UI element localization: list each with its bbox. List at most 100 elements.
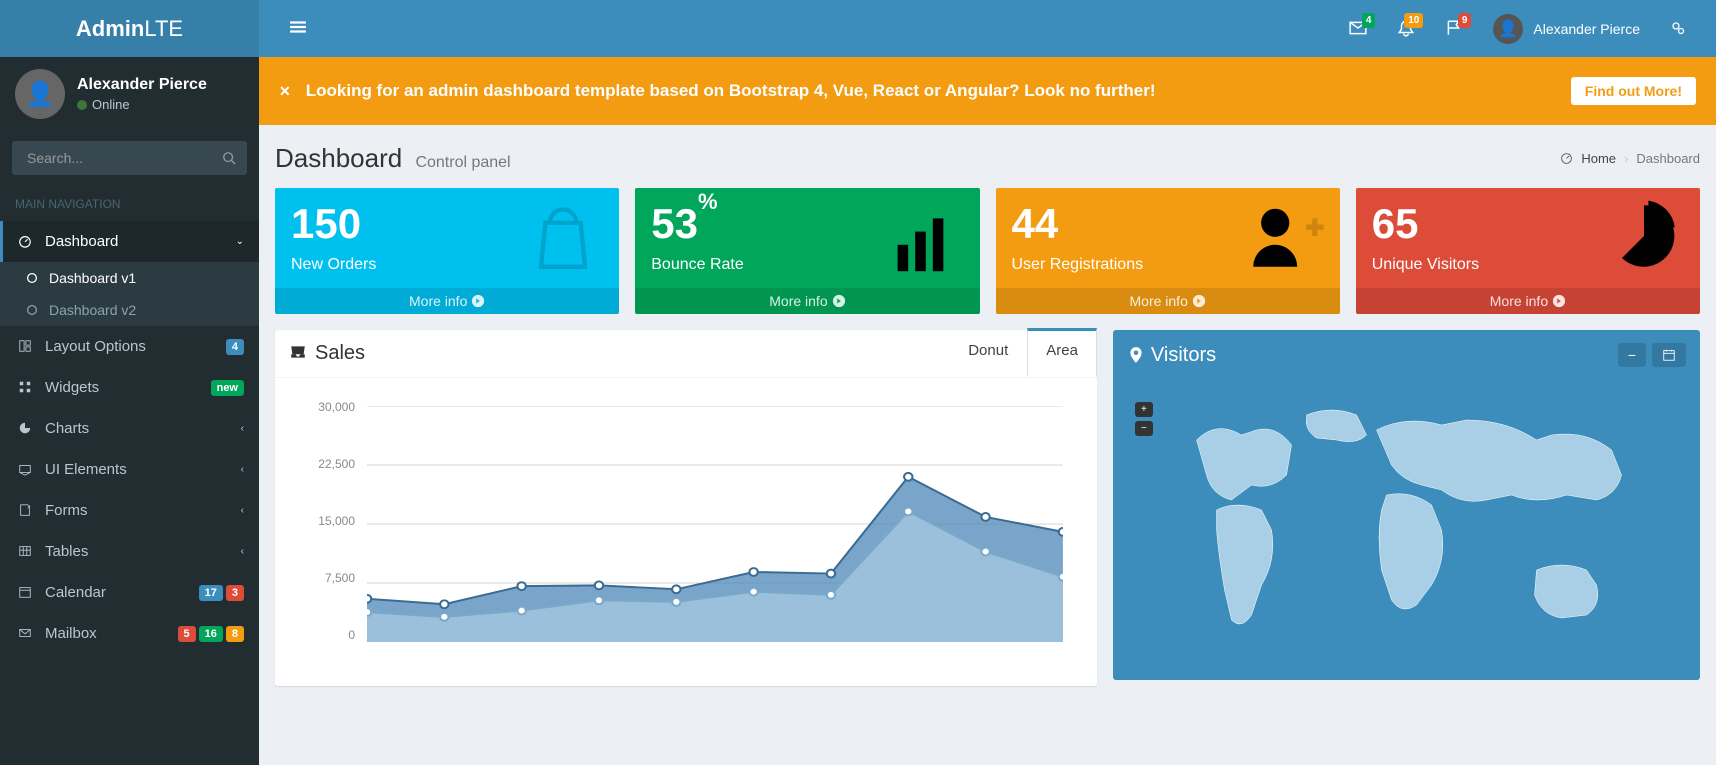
- ui-elements-icon: [15, 462, 35, 478]
- map-zoom-in[interactable]: +: [1135, 402, 1153, 417]
- pie-icon: [1600, 192, 1688, 301]
- sales-title: Sales: [315, 342, 365, 365]
- sidebar-section-header: MAIN NAVIGATION: [0, 185, 259, 221]
- stat-box-bounce-rate: 53%Bounce RateMore info: [635, 188, 979, 314]
- tasks-badge: 9: [1458, 13, 1472, 28]
- sidebar-item-label: UI Elements: [45, 461, 231, 478]
- circle-icon: [25, 302, 39, 318]
- sidebar-subitem-dashboard-v2[interactable]: Dashboard v2: [0, 294, 259, 326]
- dashboard-icon: [1560, 152, 1573, 165]
- brand-logo[interactable]: AdminLTE: [0, 0, 259, 57]
- sidebar-subitem-label: Dashboard v1: [49, 270, 136, 286]
- search-icon: [222, 151, 236, 165]
- map-marker-icon: [1127, 346, 1145, 364]
- sidebar-item-label: Calendar: [45, 584, 189, 601]
- tables-icon: [15, 544, 35, 560]
- sidebar-item-mailbox[interactable]: Mailbox5168: [0, 613, 259, 654]
- alert-cta-button[interactable]: Find out More!: [1571, 77, 1696, 105]
- avatar: 👤: [1493, 14, 1523, 44]
- gears-icon: [1670, 20, 1686, 36]
- stat-suffix: %: [698, 189, 718, 214]
- sidebar-badge: 8: [226, 626, 244, 642]
- tasks-menu[interactable]: 9: [1430, 4, 1478, 53]
- stat-box-new-orders: 150New OrdersMore info: [275, 188, 619, 314]
- sidebar-subitem-label: Dashboard v2: [49, 302, 136, 318]
- sales-chart: 30,000 22,500 15,000 7,500 0: [289, 392, 1083, 672]
- stat-box-user-registrations: 44User RegistrationsMore info: [996, 188, 1340, 314]
- sidebar-item-label: Widgets: [45, 379, 201, 396]
- page-title: Dashboard Control panel: [275, 143, 511, 174]
- map-zoom-out[interactable]: −: [1135, 421, 1153, 436]
- dashboard-icon: [15, 234, 35, 250]
- y-tick-label: 15,000: [307, 514, 355, 528]
- hamburger-icon: [289, 18, 307, 36]
- circle-icon: [25, 270, 39, 286]
- alert-close[interactable]: ✕: [279, 83, 291, 100]
- notifications-menu[interactable]: 10: [1382, 4, 1430, 53]
- chevron-left-icon: ‹: [241, 423, 244, 434]
- messages-menu[interactable]: 4: [1334, 4, 1382, 53]
- sidebar-badge: 3: [226, 585, 244, 601]
- mailbox-icon: [15, 626, 35, 642]
- sidebar-item-tables[interactable]: Tables ‹: [0, 531, 259, 572]
- sidebar-badge: 16: [199, 626, 223, 642]
- sidebar-item-layout-options[interactable]: Layout Options 4: [0, 326, 259, 367]
- layout-options-icon: [15, 339, 35, 355]
- y-tick-label: 22,500: [307, 457, 355, 471]
- calendar-icon: [1662, 348, 1676, 362]
- y-tick-label: 30,000: [307, 400, 355, 414]
- bag-icon: [519, 192, 607, 301]
- sidebar-item-label: Layout Options: [45, 338, 216, 355]
- calendar-icon: [15, 585, 35, 601]
- sidebar-toggle[interactable]: [274, 3, 322, 54]
- search-button[interactable]: [222, 150, 236, 166]
- stat-box-unique-visitors: 65Unique VisitorsMore info: [1356, 188, 1700, 314]
- y-tick-label: 0: [307, 628, 355, 642]
- sidebar-item-forms[interactable]: Forms‹: [0, 490, 259, 531]
- widgets-icon: [15, 380, 35, 396]
- sidebar-item-calendar[interactable]: Calendar 173: [0, 572, 259, 613]
- inbox-icon: [289, 343, 307, 364]
- sidebar-user-status[interactable]: Online: [77, 97, 207, 112]
- collapse-button[interactable]: −: [1618, 343, 1646, 367]
- sidebar-item-label: Mailbox: [45, 625, 168, 642]
- sidebar-badge: 4: [226, 339, 244, 355]
- main-sidebar: 👤 Alexander Pierce Online MAIN NAVIGATIO…: [0, 0, 259, 765]
- stat-value: 65: [1372, 200, 1419, 247]
- charts-icon: [15, 421, 35, 437]
- chevron-left-icon: ‹: [241, 464, 244, 475]
- sidebar-item-dashboard[interactable]: Dashboard⌄: [0, 221, 259, 262]
- notifications-badge: 10: [1404, 13, 1423, 28]
- sidebar-user-name: Alexander Pierce: [77, 76, 207, 94]
- y-tick-label: 7,500: [307, 571, 355, 585]
- messages-badge: 4: [1362, 13, 1376, 28]
- control-sidebar-toggle[interactable]: [1655, 5, 1701, 52]
- sidebar-item-ui-elements[interactable]: UI Elements ‹: [0, 449, 259, 490]
- stat-value: 53: [651, 200, 698, 247]
- sidebar-item-label: Charts: [45, 420, 231, 437]
- sales-box: Sales Donut Area 30,000 22,500 15,000 7,500…: [275, 330, 1097, 686]
- sidebar-badge: 17: [199, 585, 223, 601]
- alert-message: Looking for an admin dashboard template …: [306, 81, 1561, 101]
- chevron-left-icon: ‹: [241, 546, 244, 557]
- tab-donut[interactable]: Donut: [949, 330, 1027, 377]
- sidebar-item-label: Forms: [45, 502, 231, 519]
- sidebar-subitem-dashboard-v1[interactable]: Dashboard v1: [0, 262, 259, 294]
- breadcrumb: Home › Dashboard: [1560, 151, 1700, 166]
- stat-value: 150: [291, 200, 361, 247]
- tab-area[interactable]: Area: [1027, 328, 1097, 377]
- breadcrumb-active: Dashboard: [1636, 151, 1700, 166]
- world-map[interactable]: + −: [1123, 390, 1690, 670]
- person-add-icon: [1240, 192, 1328, 301]
- sidebar-item-widgets[interactable]: Widgetsnew: [0, 367, 259, 408]
- breadcrumb-home[interactable]: Home: [1581, 151, 1616, 166]
- stat-value: 44: [1012, 200, 1059, 247]
- bars-icon: [880, 192, 968, 301]
- sidebar-item-charts[interactable]: Charts ‹: [0, 408, 259, 449]
- chevron-down-icon: ⌄: [236, 236, 244, 247]
- user-menu[interactable]: 👤 Alexander Pierce: [1478, 4, 1655, 54]
- sidebar-item-label: Tables: [45, 543, 231, 560]
- calendar-button[interactable]: [1652, 343, 1686, 367]
- avatar: 👤: [15, 69, 65, 119]
- search-input[interactable]: [23, 142, 222, 174]
